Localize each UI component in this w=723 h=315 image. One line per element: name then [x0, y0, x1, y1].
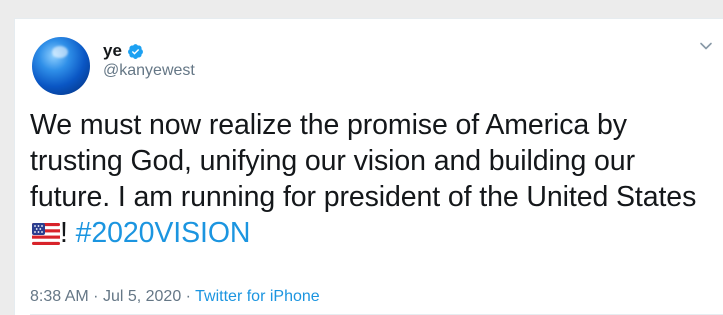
meta-separator: ·: [93, 288, 99, 305]
tweet-time[interactable]: 8:38 AM: [30, 288, 89, 305]
author-name-row[interactable]: ye: [103, 41, 144, 61]
tweet-text: We must now realize the promise of Ameri…: [30, 107, 710, 251]
display-name[interactable]: ye: [103, 41, 122, 61]
tweet-card[interactable]: ye @kanyewest We must now realize the pr…: [14, 18, 723, 315]
hashtag-link[interactable]: #2020VISION: [76, 217, 251, 249]
avatar[interactable]: [32, 37, 90, 95]
verified-badge-icon: [127, 43, 143, 59]
us-flag-icon: [32, 223, 60, 245]
tweet-source-link[interactable]: Twitter for iPhone: [195, 288, 320, 305]
tweet-text-punctuation: !: [60, 217, 76, 249]
tweet-text-main: We must now realize the promise of Ameri…: [30, 109, 697, 213]
tweet-date[interactable]: Jul 5, 2020: [103, 288, 181, 305]
chevron-down-icon[interactable]: [699, 39, 713, 53]
handle[interactable]: @kanyewest: [103, 61, 195, 81]
avatar-highlight: [52, 46, 68, 58]
meta-separator: ·: [185, 288, 191, 305]
tweet-meta: 8:38 AM · Jul 5, 2020 · Twitter for iPho…: [30, 287, 320, 307]
